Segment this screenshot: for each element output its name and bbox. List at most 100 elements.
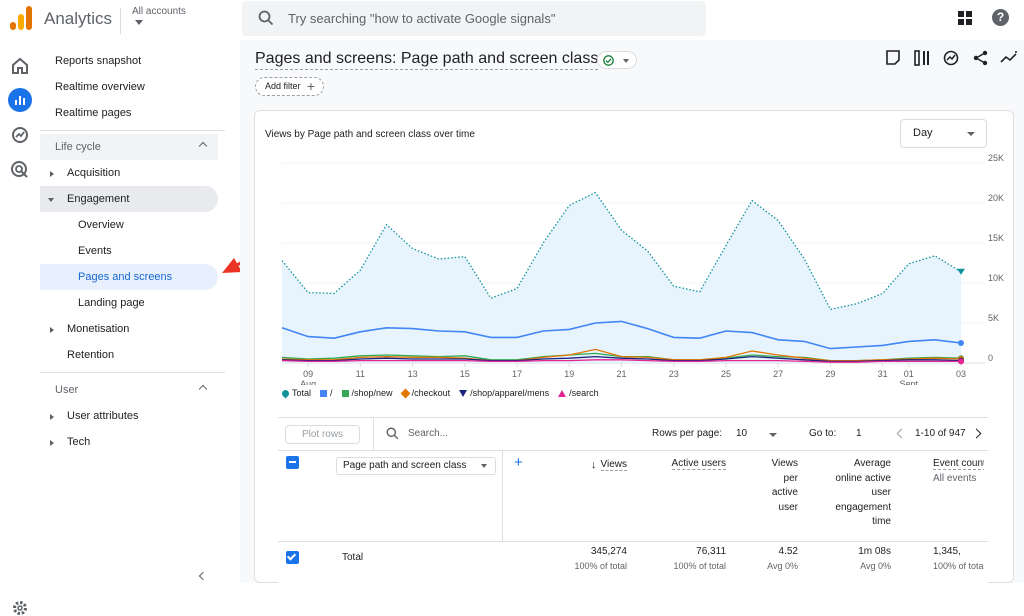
nav-user-attributes[interactable]: User attributes [40,403,218,429]
y-tick-label: 5K [988,313,999,323]
report-main: Pages and screens: Page path and screen … [240,40,1024,583]
expand-arrow-icon [50,327,54,333]
page-range: 1-10 of 947 [915,428,966,439]
total-sub: 100% of total [574,561,627,571]
nav-reports-snapshot[interactable]: Reports snapshot [40,48,218,74]
metric-label: online active [835,472,891,484]
nav-acquisition[interactable]: Acquisition [40,160,218,186]
nav-label: Engagement [67,193,130,205]
y-tick-label: 0 [988,353,993,363]
legend-item[interactable]: /search [558,388,599,398]
account-selector[interactable]: All accounts [132,6,186,17]
nav-section-user[interactable]: User [40,377,218,403]
help-icon[interactable]: ? [992,9,1009,26]
header-divider [120,8,121,34]
nav-label: Tech [67,436,91,448]
expand-arrow-icon [50,440,54,446]
explore-icon[interactable] [8,123,32,147]
legend-label: /checkout [411,388,451,398]
x-tick-label: 25 [721,369,731,379]
legend-swatch-icon [459,390,468,397]
y-tick-label: 10K [988,273,1004,283]
nav-tech[interactable]: Tech [40,429,218,455]
y-tick-label: 20K [988,193,1004,203]
nav-section-lifecycle[interactable]: Life cycle [40,134,218,160]
total-value: 345,274 [590,546,627,557]
x-tick-label: 27 [773,369,783,379]
legend-item[interactable]: /checkout [400,388,451,399]
legend-item[interactable]: / [320,388,333,398]
nav-monetisation[interactable]: Monetisation [40,316,218,342]
search-icon [258,10,274,26]
dimension-select[interactable]: Page path and screen class [336,457,496,475]
prev-page-chevron-icon[interactable] [896,428,907,439]
legend-item[interactable]: /shop/new [341,388,393,398]
nav-realtime-overview[interactable]: Realtime overview [40,74,218,100]
section-label: Life cycle [55,141,101,153]
table-toolbar: Plot rows Search... Rows per page: 10 Go… [278,417,988,451]
total-sub: 100% of total [673,561,726,571]
metric-sublabel: All events [933,472,977,484]
total-row-checkbox[interactable] [286,551,299,564]
apps-grid-icon[interactable] [958,11,972,25]
metric-label: Views [600,459,627,471]
home-icon[interactable] [8,54,32,78]
nav-overview[interactable]: Overview [40,212,218,238]
legend-label: /shop/apparel/mens [470,388,550,398]
sort-arrow-down-icon: ↓ [591,459,597,471]
bar-chart-icon [15,96,25,105]
metric-header-event-count[interactable]: Event count All events [933,457,984,486]
total-value: 4.52 [778,546,798,557]
total-sub: 100% of total [933,561,984,571]
nav-divider [40,130,225,131]
next-page-chevron-icon[interactable] [971,428,982,439]
legend-label: Total [292,388,312,398]
nav-landing-page[interactable]: Landing page [40,290,218,316]
search-placeholder: Try searching "how to activate Google si… [288,11,556,26]
nav-realtime-pages[interactable]: Realtime pages [40,100,218,126]
plot-rows-button[interactable]: Plot rows [285,425,360,444]
search-icon [386,427,399,440]
total-value: 1,345, [933,546,961,557]
nav-engagement[interactable]: Engagement [40,186,218,212]
metric-header-views[interactable]: ↓ Views [591,457,627,473]
goto-page-input[interactable]: 1 [856,428,862,439]
expand-arrow-icon [50,414,54,420]
total-views: 345,274 100% of total [574,546,627,571]
metric-header-views-per-user[interactable]: Views per active user [772,457,799,515]
x-tick-label: 21 [616,369,626,379]
metric-header-active-users[interactable]: Active users [671,457,726,472]
search-input[interactable]: Try searching "how to activate Google si… [242,1,706,36]
metric-label: Views [771,458,799,469]
caret-down-icon [481,464,487,468]
series-end-marker [958,340,964,346]
reports-icon[interactable] [8,88,32,112]
caret-down-icon[interactable] [769,433,777,437]
rows-per-page-select[interactable]: 10 [736,428,747,439]
nav-label: Acquisition [67,167,121,179]
x-tick-label: 09 [303,369,313,379]
table-search-input[interactable]: Search... [408,428,448,439]
total-active-users: 76,311 100% of total [673,546,726,571]
nav-events[interactable]: Events [40,238,218,264]
x-tick-label: 15 [460,369,470,379]
collapse-nav-chevron-icon[interactable] [198,571,208,581]
add-dimension-plus-icon[interactable]: + [514,454,523,471]
line-chart[interactable]: 0 5K 10K 15K 20K 25K 09Aug 11 13 15 17 19 21 23 25 27 29… [240,40,1024,385]
analytics-logo-icon [10,6,32,30]
nav-pages-and-screens[interactable]: Pages and screens [40,264,218,290]
advertising-icon[interactable] [8,158,32,182]
x-tick-label: 17 [512,369,522,379]
total-value: 76,311 [696,546,726,557]
legend-label: / [330,388,333,398]
legend-swatch-icon [320,390,328,397]
metric-label: Average [853,458,891,469]
legend-item[interactable]: /shop/apparel/mens [459,388,549,398]
settings-gear-icon[interactable] [12,600,28,616]
metric-header-avg-engagement-time[interactable]: Average online active user engagement ti… [835,457,891,530]
caret-down-icon[interactable] [135,20,143,25]
nav-retention[interactable]: Retention [40,342,218,368]
select-all-checkbox[interactable] [286,456,299,469]
legend-item[interactable]: Total [280,388,312,399]
legend-label: /search [569,388,599,398]
